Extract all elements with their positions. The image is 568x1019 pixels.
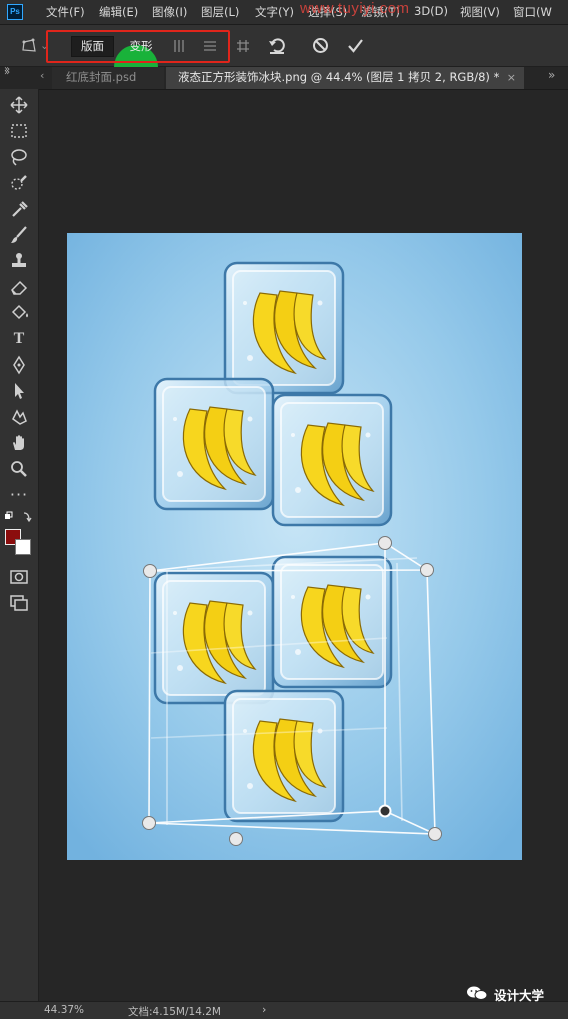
status-menu-arrow-icon[interactable]: › <box>262 1003 266 1016</box>
tools-panel: » T ··· <box>0 67 39 1001</box>
pen-icon[interactable] <box>8 355 30 375</box>
commit-checkmark-icon[interactable] <box>347 37 364 57</box>
zoom-level[interactable]: 44.37% <box>44 1004 84 1016</box>
type-icon[interactable]: T <box>8 329 30 349</box>
menu-bar: Ps 文件(F) 编辑(E) 图像(I) 图层(L) 文字(Y) 选择(S) 滤… <box>0 0 568 25</box>
default-colors-icon[interactable] <box>4 511 34 523</box>
zoom-icon[interactable] <box>8 459 30 479</box>
ice-cube-bottom <box>223 689 345 823</box>
document-canvas[interactable] <box>67 233 522 860</box>
ice-cube-top <box>223 261 345 395</box>
warp-handle <box>142 816 156 830</box>
menu-layer[interactable]: 图层(L) <box>201 4 239 20</box>
document-tab-bar: » ‹ 红底封面.psd 液态正方形装饰冰块.png @ 44.4% (图层 1… <box>0 64 568 90</box>
photoshop-logo-icon[interactable]: Ps <box>7 4 23 20</box>
collapse-icon[interactable]: » <box>4 67 10 78</box>
path-select-icon[interactable] <box>8 381 30 401</box>
tab-label: 液态正方形装饰冰块.png @ 44.4% (图层 1 拷贝 2, RGB/8)… <box>178 70 500 84</box>
cancel-icon[interactable] <box>312 37 329 57</box>
tab-red-cover[interactable]: 红底封面.psd <box>52 67 164 89</box>
eyedropper-icon[interactable] <box>8 199 30 219</box>
quick-mask-icon[interactable] <box>8 567 30 587</box>
paint-bucket-icon[interactable] <box>8 303 30 323</box>
close-icon[interactable]: × <box>507 67 516 88</box>
move-icon[interactable] <box>8 95 30 115</box>
ice-cube-mid-left <box>153 377 275 511</box>
tab-scroll-left-icon[interactable]: ‹ <box>40 69 44 82</box>
undo-icon[interactable] <box>268 37 286 57</box>
grid-straighten-icon[interactable] <box>236 39 250 56</box>
menu-view[interactable]: 视图(V) <box>460 4 500 20</box>
watermark-url: www.tuyiyi.com <box>300 0 410 17</box>
brush-icon[interactable] <box>8 225 30 245</box>
menu-image[interactable]: 图像(I) <box>152 4 187 20</box>
options-bar: ⌄ 版面 变形 <box>0 25 568 89</box>
marquee-icon[interactable] <box>8 121 30 141</box>
screen-mode-icon[interactable] <box>8 593 30 613</box>
tab-label: 红底封面.psd <box>66 70 137 84</box>
lasso-icon[interactable] <box>8 147 30 167</box>
annotation-highlight-box <box>46 30 230 63</box>
quick-select-icon[interactable] <box>8 173 30 193</box>
menu-3d[interactable]: 3D(D) <box>414 4 448 18</box>
perspective-warp-tool-icon <box>21 38 37 57</box>
menu-window[interactable]: 窗口(W <box>513 4 552 20</box>
eraser-icon[interactable] <box>8 277 30 297</box>
warp-handle <box>378 804 392 818</box>
hand-icon[interactable] <box>8 433 30 453</box>
ice-cube-low-right <box>271 555 393 689</box>
warp-handle <box>378 536 392 550</box>
tab-overflow-icon[interactable]: » <box>548 68 555 82</box>
tab-ice-cube[interactable]: 液态正方形装饰冰块.png @ 44.4% (图层 1 拷贝 2, RGB/8)… <box>166 67 524 89</box>
wechat-logo-icon <box>467 986 488 1000</box>
ice-cube-mid-right <box>271 393 393 527</box>
warp-handle <box>428 827 442 841</box>
status-bar: 44.37% 文档:4.15M/14.2M › <box>0 1001 568 1019</box>
menu-edit[interactable]: 编辑(E) <box>99 4 138 20</box>
shape-icon[interactable] <box>8 407 30 427</box>
stamp-icon[interactable] <box>8 251 30 271</box>
more-tools-icon[interactable]: ··· <box>8 485 30 505</box>
wechat-account-label: 设计大学 <box>494 988 545 1003</box>
warp-handle <box>420 563 434 577</box>
document-size: 文档:4.15M/14.2M <box>128 1006 221 1018</box>
warp-handle <box>229 832 243 846</box>
warp-handle <box>143 564 157 578</box>
ice-cube-low-left <box>153 571 275 705</box>
background-color-swatch[interactable] <box>15 539 31 555</box>
menu-file[interactable]: 文件(F) <box>46 4 85 20</box>
menu-type[interactable]: 文字(Y) <box>255 4 294 20</box>
